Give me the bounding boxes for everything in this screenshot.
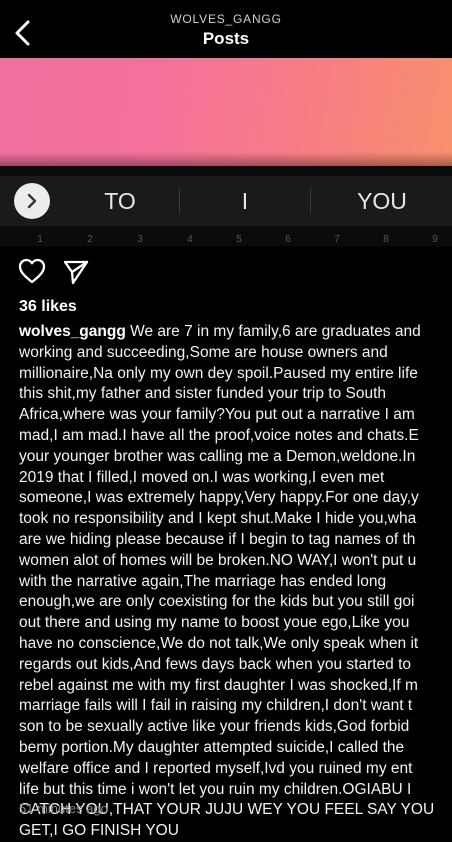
caption-line: Africa,where was your family?You put out… bbox=[19, 406, 415, 424]
caption-line: are we hiding please because if I begin … bbox=[19, 530, 416, 548]
heart-icon[interactable] bbox=[18, 258, 46, 284]
keyboard-number: 6 bbox=[285, 234, 291, 245]
caption-line: with the narrative again,The marriage ha… bbox=[19, 572, 387, 590]
keyboard-number: 4 bbox=[187, 234, 193, 245]
send-icon[interactable] bbox=[62, 258, 90, 286]
keyboard-suggestion-bar: TO I YOU bbox=[0, 176, 452, 226]
caption-line: this shit,my father and sister funded yo… bbox=[19, 385, 387, 403]
caption-line: your younger brother was calling me a De… bbox=[19, 447, 416, 465]
like-count[interactable]: 36 likes bbox=[19, 298, 77, 316]
page-title: Posts bbox=[202, 29, 250, 48]
caption-line: life but this time i won't let you ruin … bbox=[19, 780, 412, 798]
caption-line: 2019 that I filled,I moved on.I was work… bbox=[19, 468, 385, 486]
keyboard-number: 9 bbox=[432, 234, 438, 245]
divider bbox=[310, 188, 311, 214]
gradient-background bbox=[0, 58, 452, 166]
header-username[interactable]: WOLVES_GANGG bbox=[0, 12, 452, 26]
caption-line: enough,we are only coexisting for the ki… bbox=[19, 593, 415, 611]
post-caption: wolves_gangg We are 7 in my family,6 are… bbox=[19, 322, 452, 842]
caption-line: bemy portion.My daughter attempted suici… bbox=[19, 738, 405, 756]
expand-arrow-icon bbox=[14, 183, 50, 219]
caption-line: out there and using my name to boost you… bbox=[19, 614, 410, 632]
keyboard-number: 3 bbox=[137, 234, 143, 245]
suggestion-word: TO bbox=[104, 188, 136, 214]
keyboard-number: 2 bbox=[87, 234, 93, 245]
keyboard-number: 1 bbox=[37, 234, 43, 245]
caption-line: wolves_gangg We are 7 in my family,6 are… bbox=[19, 322, 452, 343]
caption-username[interactable]: wolves_gangg bbox=[19, 323, 126, 340]
caption-line: working and succeeding,Some are house ow… bbox=[19, 343, 388, 361]
post-image[interactable]: TO I YOU 1 2 3 4 5 6 7 8 9 bbox=[0, 58, 452, 246]
post-actions bbox=[0, 255, 452, 289]
keyboard-number: 8 bbox=[383, 234, 389, 245]
caption-line: have no conscience,We do not talk,We onl… bbox=[19, 634, 419, 652]
keyboard-number: 7 bbox=[334, 234, 340, 245]
divider bbox=[179, 188, 180, 214]
caption-line: women alot of homes will be broken.NO WA… bbox=[19, 551, 417, 569]
caption-line: took no responsibility and I kept shut.M… bbox=[19, 510, 417, 528]
caption-line: welfare office and I reported myself,Ivd… bbox=[19, 759, 413, 777]
post-timestamp: 51 minutes ago bbox=[19, 801, 108, 816]
caption-line: GET,I GO FINISH YOU bbox=[19, 822, 179, 840]
suggestion-word: I bbox=[241, 188, 249, 214]
keyboard-number: 5 bbox=[236, 234, 242, 245]
top-bar: WOLVES_GANGG Posts bbox=[0, 0, 452, 58]
caption-line: son to be sexually active like your frie… bbox=[19, 718, 410, 736]
suggestion-word: YOU bbox=[357, 188, 407, 214]
caption-line: regards out kids,And fews days back when… bbox=[19, 655, 412, 673]
caption-line: someone,I was extremely happy,Very happy… bbox=[19, 489, 419, 507]
caption-line: marriage fails will I fail in raising my… bbox=[19, 697, 413, 715]
caption-line: mad,I am mad.I have all the proof,voice … bbox=[19, 426, 419, 444]
caption-text: We are 7 in my family,6 are graduates an… bbox=[125, 323, 421, 340]
caption-line: rebel against me with my first daughter … bbox=[19, 676, 418, 694]
caption-line: millionaire,Na only my own dey spoil.Pau… bbox=[19, 364, 418, 382]
